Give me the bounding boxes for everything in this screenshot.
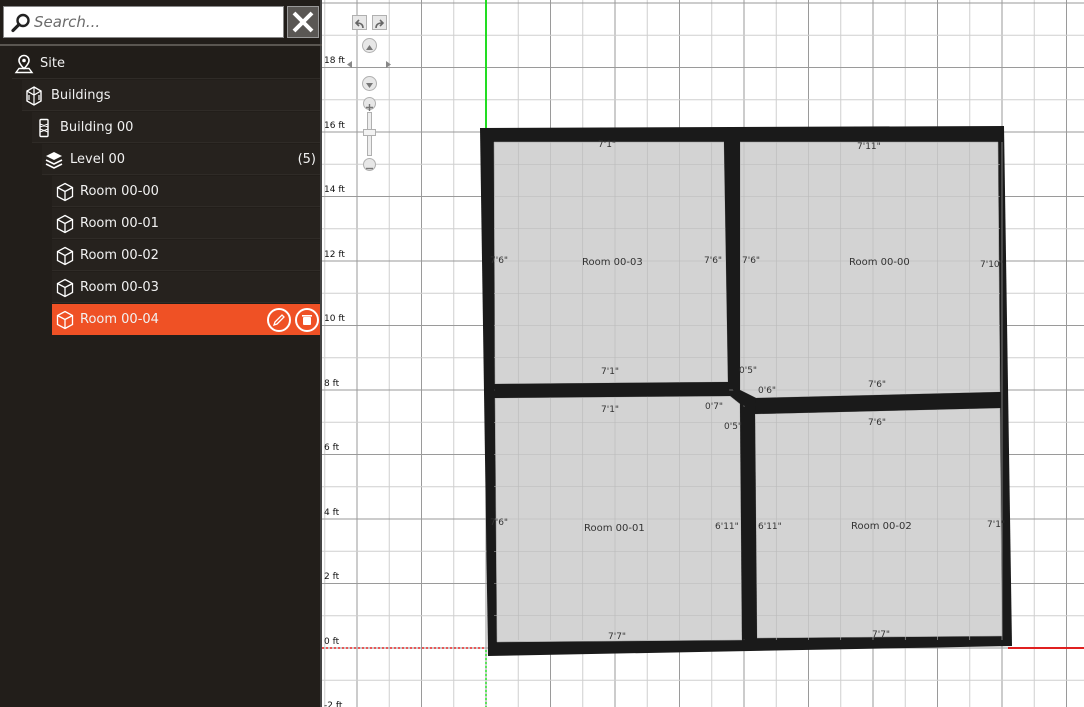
tree-item-label: Buildings [51, 88, 111, 103]
redo-button[interactable] [372, 15, 387, 30]
y-axis-label: 8 ft [324, 378, 340, 389]
room-count-badge: (5) [297, 152, 316, 167]
dim-r03-bottom: 7'1" [601, 367, 620, 377]
tree-item-label: Site [40, 56, 65, 71]
delete-room-button[interactable] [295, 308, 319, 332]
zoom-out-button[interactable] [363, 158, 376, 171]
y-axis-label: 14 ft [324, 185, 345, 195]
room-00-03-name: Room 00-03 [582, 257, 643, 268]
tree-item-label: Room 00-04 [80, 312, 159, 327]
layers-icon [44, 150, 64, 170]
dim-r01-left: 7'6" [490, 518, 509, 528]
dim-r01-top: 7'1" [601, 405, 620, 415]
map-pin-icon [14, 54, 34, 74]
y-axis-label: 18 ft [324, 56, 345, 66]
search-bar [3, 6, 284, 38]
tree-item-label: Room 00-03 [80, 280, 159, 295]
tree-item-site[interactable]: Site [12, 48, 320, 79]
tree-item-room[interactable]: Room 00-04 [52, 304, 320, 335]
tree-item-room[interactable]: Room 00-02 [52, 240, 320, 271]
edit-room-button[interactable] [267, 308, 291, 332]
triangle-up-icon [366, 45, 373, 50]
tree-item-label: Building 00 [60, 120, 134, 135]
trash-icon [302, 315, 312, 325]
room-00-00-name: Room 00-00 [849, 257, 910, 268]
cube-icon [55, 214, 75, 234]
tree-item-building[interactable]: Building 00 [32, 112, 320, 143]
triangle-down-icon [366, 83, 373, 88]
dim-r00-right: 7'10" [980, 260, 1004, 270]
y-axis-label: -2 ft [324, 701, 343, 707]
floorplan-canvas[interactable]: 18 ft 16 ft 14 ft 12 ft 10 ft 8 ft 6 ft 4 ft 2 f… [322, 0, 1084, 707]
y-axis-label: 4 ft [324, 507, 340, 518]
undo-button[interactable] [352, 15, 367, 30]
tree-item-room[interactable]: Room 00-00 [52, 176, 320, 207]
tree-item-room[interactable]: Room 00-03 [52, 272, 320, 303]
search-input[interactable] [34, 7, 279, 37]
dim-r02-bottom: 7'7" [872, 630, 891, 640]
tree-item-buildings[interactable]: Buildings [22, 80, 320, 111]
triangle-right-icon [386, 61, 391, 68]
interior-wall[interactable] [740, 404, 757, 640]
dim-r00-bottom: 7'6" [868, 380, 887, 390]
dim-r02-top: 7'6" [868, 418, 887, 428]
y-axis-label: 10 ft [324, 314, 345, 324]
zoom-slider-handle[interactable] [363, 129, 376, 136]
tree-item-label: Room 00-01 [80, 216, 159, 231]
pan-right-button[interactable] [382, 56, 396, 70]
search-icon [10, 13, 32, 33]
dim-junction-1: 0'5" [739, 366, 758, 376]
grid [322, 0, 1084, 707]
room-00-00-floor[interactable] [739, 141, 1001, 399]
pan-down-button[interactable] [362, 76, 377, 91]
dim-r02-left: 6'11" [758, 522, 782, 532]
y-axis-label: 16 ft [324, 120, 345, 131]
sidebar: Site Buildings Building 00 [0, 0, 322, 707]
close-icon [292, 11, 314, 33]
pan-left-button[interactable] [343, 56, 357, 70]
dim-junction-4: 0'5" [724, 422, 743, 432]
dim-junction-2: 0'6" [758, 386, 777, 396]
undo-icon [354, 19, 364, 29]
y-axis-label: 0 ft [324, 636, 340, 647]
cube-icon [55, 182, 75, 202]
cube-icon [55, 246, 75, 266]
close-search-button[interactable] [287, 6, 319, 38]
y-axis-label: 2 ft [324, 572, 340, 582]
zoom-in-button[interactable] [363, 97, 376, 111]
y-axis-label: 12 ft [324, 249, 345, 260]
pencil-icon [272, 314, 285, 327]
buildings-icon [24, 86, 44, 106]
dim-r03-left: 7'6" [490, 256, 509, 266]
dim-r00-top: 7'11" [857, 142, 881, 152]
dim-r02-right: 7'1" [987, 520, 1006, 530]
dim-r00-left: 7'6" [742, 256, 761, 266]
dim-r03-top: 7'1" [598, 140, 617, 150]
tree-item-label: Room 00-00 [80, 184, 159, 199]
pan-up-button[interactable] [362, 38, 377, 53]
building-icon [34, 118, 54, 138]
sidebar-divider [0, 44, 322, 46]
tree-item-label: Level 00 [70, 152, 125, 167]
interior-wall[interactable] [494, 382, 730, 398]
minus-icon [366, 167, 373, 170]
dim-r03-right: 7'6" [704, 256, 723, 266]
triangle-left-icon [347, 61, 352, 68]
dim-junction-3: 0'7" [705, 402, 724, 412]
tree-item-level[interactable]: Level 00 (5) [42, 144, 320, 175]
dim-r01-right: 6'11" [715, 522, 739, 532]
cube-icon [55, 310, 75, 330]
tree-item-label: Room 00-02 [80, 248, 159, 263]
redo-icon [375, 19, 385, 29]
room-00-01-name: Room 00-01 [584, 523, 645, 534]
tree-item-room[interactable]: Room 00-01 [52, 208, 320, 239]
cube-icon [55, 278, 75, 298]
dim-r01-bottom: 7'7" [608, 632, 627, 642]
y-axis-label: 6 ft [324, 443, 340, 453]
room-00-02-name: Room 00-02 [851, 521, 912, 532]
